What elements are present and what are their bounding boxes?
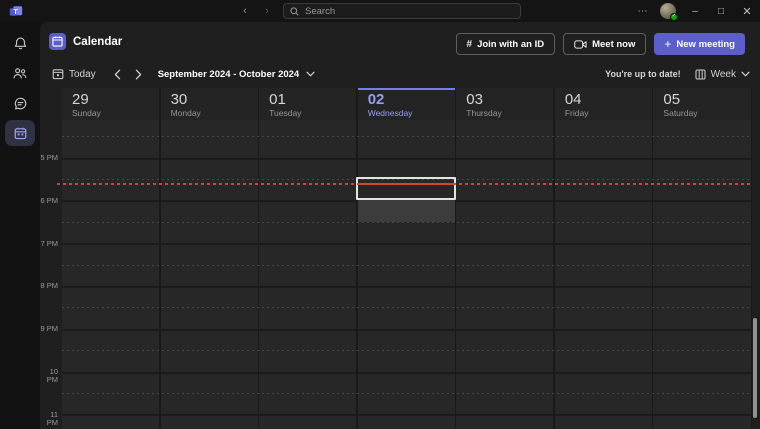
hour-gridline (62, 158, 752, 160)
hour-gridline (62, 286, 752, 288)
day-number: 29 (72, 91, 159, 108)
today-button[interactable]: Today (52, 68, 96, 80)
day-name: Thursday (466, 108, 553, 118)
more-options-icon[interactable]: ⋯ (632, 6, 654, 17)
day-number: 05 (663, 91, 750, 108)
sidebar-item-activity[interactable] (5, 30, 35, 56)
day-column[interactable] (555, 120, 652, 429)
nav-back-icon[interactable]: ‹ (240, 3, 250, 19)
hour-label: 10 PM (40, 368, 58, 384)
titlebar: T ‹ › ⋯ ✓ – □ ✕ (0, 0, 760, 22)
day-column[interactable] (358, 120, 455, 429)
day-header-cell[interactable]: 03Thursday (456, 88, 553, 120)
day-column[interactable] (259, 120, 356, 429)
bell-icon (13, 36, 28, 51)
half-hour-gridline (62, 350, 752, 351)
hovered-slot[interactable] (358, 200, 455, 221)
teams-window: T ‹ › ⋯ ✓ – □ ✕ (0, 0, 760, 429)
hour-gridline (62, 329, 752, 331)
day-column[interactable] (653, 120, 750, 429)
meet-now-button[interactable]: Meet now (563, 33, 646, 55)
nav-forward-icon[interactable]: › (262, 3, 272, 19)
hour-label: 7 PM (40, 240, 58, 248)
prev-week-button[interactable] (114, 69, 121, 80)
day-name: Monday (171, 108, 258, 118)
day-number: 04 (565, 91, 652, 108)
page-title: Calendar (73, 36, 122, 48)
day-header-cell[interactable]: 05Saturday (653, 88, 750, 120)
calendar-icon (13, 126, 28, 141)
day-header-cell[interactable]: 30Monday (161, 88, 258, 120)
current-time-line-solid (357, 183, 456, 185)
calendar-panel: Calendar # Join with an ID Meet now + Ne… (40, 22, 760, 429)
day-name: Sunday (72, 108, 159, 118)
page-header: Calendar # Join with an ID Meet now + Ne… (40, 22, 760, 60)
vertical-scrollbar[interactable] (753, 318, 757, 418)
day-column[interactable] (62, 120, 159, 429)
day-name: Wednesday (368, 108, 455, 118)
hour-gridline (62, 414, 752, 416)
avatar[interactable]: ✓ (660, 3, 676, 19)
hour-label: 9 PM (40, 325, 58, 333)
camera-icon (574, 40, 587, 49)
calendar-toolbar: Today September 2024 - October 2024 You'… (40, 60, 760, 88)
day-name: Tuesday (269, 108, 356, 118)
teams-logo-icon: T (9, 4, 23, 18)
hour-label: 5 PM (40, 154, 58, 162)
up-to-date-status: You're up to date! (605, 69, 680, 79)
app-rail (0, 22, 40, 429)
day-name: Saturday (663, 108, 750, 118)
day-column[interactable] (456, 120, 553, 429)
plus-icon: + (664, 38, 671, 50)
date-range-chevron-down-icon[interactable] (306, 71, 315, 77)
half-hour-gridline (62, 222, 752, 223)
maximize-button[interactable]: □ (708, 0, 734, 22)
selected-slot[interactable] (356, 177, 456, 201)
half-hour-gridline (62, 393, 752, 394)
day-header-row: 29Sunday30Monday01Tuesday02Wednesday03Th… (40, 88, 760, 120)
calendar-app-icon (49, 33, 66, 50)
view-chevron-down-icon (741, 71, 750, 77)
search-input[interactable] (283, 3, 521, 19)
day-header-cell[interactable]: 01Tuesday (259, 88, 356, 120)
search-icon (290, 7, 299, 16)
hour-label: 6 PM (40, 197, 58, 205)
hour-gridline (62, 372, 752, 374)
half-hour-gridline (62, 265, 752, 266)
hour-gridline (62, 243, 752, 245)
sidebar-item-calendar[interactable] (5, 120, 35, 146)
day-number: 01 (269, 91, 356, 108)
calendar-grid: 5 PM 6 PM 7 PM 8 PM 9 PM 10 PM 11 PM (40, 120, 760, 429)
date-range-label[interactable]: September 2024 - October 2024 (158, 69, 300, 80)
join-with-id-button[interactable]: # Join with an ID (456, 33, 556, 55)
day-header-cell[interactable]: 02Wednesday (358, 88, 455, 120)
hour-label: 11 PM (40, 411, 58, 427)
day-number: 02 (368, 91, 455, 108)
day-header-cell[interactable]: 29Sunday (62, 88, 159, 120)
next-week-button[interactable] (135, 69, 142, 80)
half-hour-gridline (62, 136, 752, 137)
new-meeting-button[interactable]: + New meeting (654, 33, 745, 55)
day-name: Friday (565, 108, 652, 118)
chat-icon (13, 96, 28, 111)
hour-label: 8 PM (40, 282, 58, 290)
sidebar-item-chat[interactable] (5, 90, 35, 116)
sidebar-item-teams[interactable] (5, 60, 35, 86)
minimize-button[interactable]: – (682, 0, 708, 22)
calendar-today-icon (52, 68, 64, 80)
day-column[interactable] (161, 120, 258, 429)
svg-text:T: T (13, 7, 18, 16)
day-number: 30 (171, 91, 258, 108)
hash-icon: # (467, 39, 473, 50)
week-grid-icon (695, 69, 706, 80)
day-header-cell[interactable]: 04Friday (555, 88, 652, 120)
close-button[interactable]: ✕ (734, 0, 760, 22)
presence-available-icon: ✓ (670, 13, 678, 21)
day-number: 03 (466, 91, 553, 108)
view-switcher-week[interactable]: Week (695, 69, 750, 80)
half-hour-gridline (62, 307, 752, 308)
people-icon (12, 66, 28, 81)
